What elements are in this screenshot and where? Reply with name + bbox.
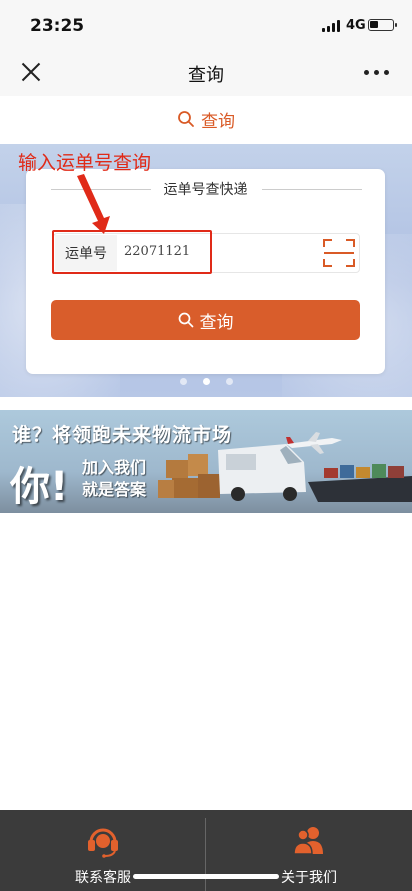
nav-bar: 查询 [0, 48, 412, 96]
status-bar: 23:25 4G [0, 0, 412, 48]
battery-icon [368, 19, 397, 31]
search-icon [178, 312, 193, 328]
more-icon[interactable] [364, 70, 392, 76]
search-button[interactable]: 查询 [51, 300, 360, 340]
scan-icon[interactable] [322, 237, 356, 269]
carousel-indicator [0, 378, 412, 388]
page-title: 查询 [188, 65, 224, 86]
search-icon [178, 111, 194, 127]
carousel-dot-active[interactable] [202, 378, 210, 385]
carousel-dot[interactable] [179, 378, 187, 385]
home-indicator [133, 874, 279, 879]
tab-query-label: 查询 [201, 111, 235, 132]
promo-subline-1: 加入我们 [82, 458, 147, 477]
annotation-text: 输入运单号查询 [18, 152, 152, 174]
promo-subline-2: 就是答案 [82, 480, 147, 499]
divider [262, 189, 362, 190]
tab-query[interactable]: 查询 [0, 96, 412, 142]
network-type: 4G [346, 18, 366, 33]
query-banner: 运单号查快递 运单号 查询 输入运单号查询 [0, 144, 412, 397]
status-time: 23:25 [30, 16, 85, 36]
carousel-dot[interactable] [225, 378, 233, 385]
promo-headline: 谁？将领跑未来物流市场 [12, 424, 233, 446]
annotation-highlight-box [52, 230, 212, 274]
headset-icon [88, 828, 118, 858]
promo-big-text: 你! [10, 464, 69, 510]
search-button-label: 查询 [199, 312, 234, 333]
signal-icon [322, 20, 342, 32]
promo-banner[interactable]: 谁？将领跑未来物流市场 你! 加入我们 就是答案 [0, 410, 412, 513]
users-icon [293, 827, 323, 855]
annotation-arrow-icon [77, 174, 110, 234]
